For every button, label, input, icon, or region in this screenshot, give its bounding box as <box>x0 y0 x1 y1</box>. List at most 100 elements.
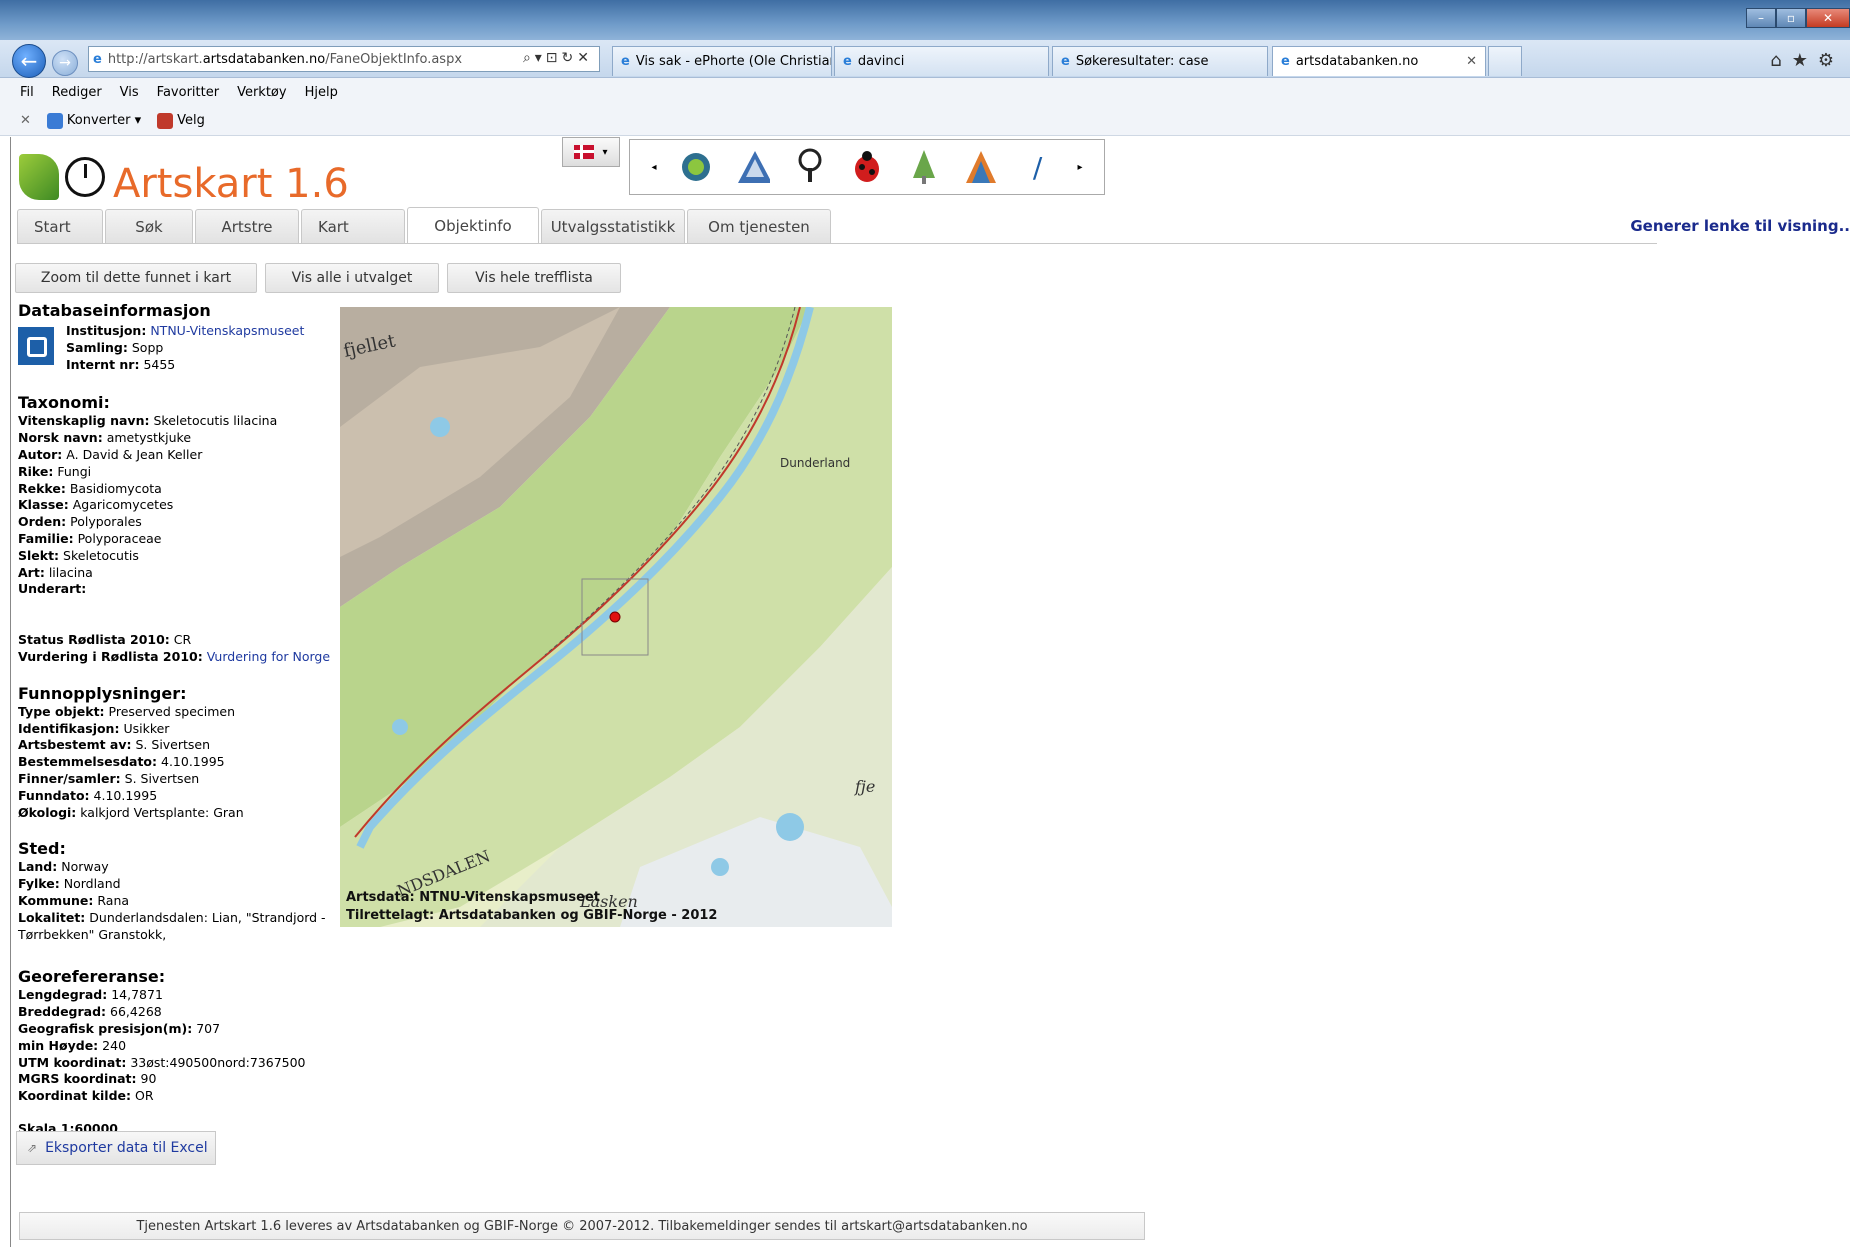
field-value: kalkjord Vertsplante: Gran <box>80 804 244 820</box>
tab-utvalgsstatistikk[interactable]: Utvalgsstatistikk <box>541 209 685 243</box>
tab-close-icon[interactable]: ✕ <box>1466 54 1477 69</box>
address-bar[interactable]: e http://artskart. artsdatabanken.no/Fane… <box>88 46 600 72</box>
generate-link[interactable]: Generer lenke til visning.. <box>1630 217 1850 235</box>
taxonomy-title: Taxonomi: <box>18 393 110 413</box>
field-label: Lengdegrad: <box>18 987 108 1003</box>
danish-flag-icon <box>574 145 595 159</box>
browser-tab-3[interactable]: e Søkeresultater: case <box>1052 46 1268 76</box>
menu-favoritter[interactable]: Favoritter <box>157 85 219 100</box>
location-map[interactable]: fjellet Dunderland Lasken NDSDALEN fje A… <box>340 307 892 927</box>
language-select[interactable]: ▾ <box>562 137 620 167</box>
export-excel-button[interactable]: ⇗ Eksporter data til Excel <box>16 1131 216 1165</box>
external-link-icon: ⇗ <box>27 1141 38 1155</box>
landscape-group-icon[interactable] <box>964 147 998 187</box>
tab-om-tjenesten[interactable]: Om tjenesten <box>687 209 831 243</box>
field-value: Usikker <box>123 720 170 736</box>
tab-label: Vis sak - ePhorte (Ole Christian... <box>635 54 832 69</box>
address-prefix: http://artskart. <box>107 51 203 67</box>
tab-artstre[interactable]: Artstre <box>195 209 299 243</box>
tree-group-icon[interactable] <box>793 147 827 187</box>
browser-tab-4[interactable]: e artsdatabanken.no ✕ <box>1272 46 1486 76</box>
page-footer: Tjenesten Artskart 1.6 leveres av Artsda… <box>19 1212 1145 1240</box>
scroll-left-icon[interactable]: ◂ <box>651 162 656 173</box>
field-value: Fungi <box>57 463 92 479</box>
field-label: Finner/samler: <box>18 770 121 786</box>
toolbar-close-icon[interactable]: ✕ <box>20 113 31 128</box>
field-value: ametystkjuke <box>106 430 192 446</box>
redlist-assessment-link[interactable]: Vurdering for Norge <box>207 649 330 664</box>
fungi-group-icon[interactable] <box>679 147 713 187</box>
menu-fil[interactable]: Fil <box>20 85 34 100</box>
collection-label: Samling: <box>66 339 128 355</box>
command-toolbar: ✕ Konverter ▾ Velg <box>0 106 1850 136</box>
action-buttons: Zoom til dette funnet i kart Vis alle i … <box>15 263 621 293</box>
internal-nr-value: 5455 <box>143 356 176 372</box>
browser-tab-1[interactable]: e Vis sak - ePhorte (Ole Christian... <box>612 46 832 76</box>
ie-icon: e <box>1061 54 1070 69</box>
tab-underline <box>17 243 1657 244</box>
map-label: fje <box>854 777 875 796</box>
redlist-status-value: CR <box>173 632 192 648</box>
mountain-group-icon[interactable] <box>736 147 771 187</box>
field-label: Orden: <box>18 514 67 530</box>
show-full-hitlist-button[interactable]: Vis hele trefflista <box>447 263 621 293</box>
field-value: S. Sivertsen <box>124 770 200 786</box>
close-icon[interactable]: ✕ <box>1806 8 1850 28</box>
menu-verktoy[interactable]: Verktøy <box>237 85 287 100</box>
ladybug-group-icon[interactable] <box>850 147 884 187</box>
browser-home-fav-gear-icons[interactable]: ⌂★⚙ <box>1770 50 1844 71</box>
field-value: Polyporaceae <box>77 530 162 546</box>
browser-tab-2[interactable]: e davinci <box>834 46 1049 76</box>
ie-icon: e <box>843 54 852 69</box>
artskart-logo[interactable]: Artskart 1.6 <box>19 147 349 207</box>
tab-sok[interactable]: Søk <box>105 209 193 243</box>
more-group-icon[interactable]: / <box>1021 147 1055 187</box>
convert-button[interactable]: Konverter ▾ <box>46 112 141 129</box>
field-label: Slekt: <box>18 547 60 563</box>
select-button[interactable]: Velg <box>157 112 205 129</box>
field-label: Land: <box>18 859 58 875</box>
find-info-list: Type objekt: Preserved specimen Identifi… <box>18 704 338 822</box>
field-label: Økologi: <box>18 804 77 820</box>
field-value: 33øst:490500nord:7367500 <box>130 1054 306 1070</box>
field-label: Geografisk presisjon(m): <box>18 1020 193 1036</box>
field-label: Fylke: <box>18 876 60 892</box>
tab-objektinfo[interactable]: Objektinfo <box>407 207 539 243</box>
clock-icon <box>65 157 105 197</box>
select-icon <box>157 112 174 129</box>
new-tab-button[interactable] <box>1488 46 1522 76</box>
field-value: Rana <box>97 892 130 908</box>
field-label: Vitenskaplig navn: <box>18 413 150 429</box>
menu-vis[interactable]: Vis <box>120 85 139 100</box>
zoom-to-find-button[interactable]: Zoom til dette funnet i kart <box>15 263 257 293</box>
taxonomy-list: Vitenskaplig navn: Skeletocutis lilacina… <box>18 413 338 598</box>
institution-link[interactable]: NTNU-Vitenskapsmuseet <box>150 323 304 338</box>
ie-icon: e <box>1281 54 1290 69</box>
field-value: Norway <box>61 859 109 875</box>
logo-text: Artskart 1.6 <box>113 161 349 207</box>
tab-label: artsdatabanken.no <box>1295 54 1419 69</box>
minimize-icon[interactable]: – <box>1746 8 1776 28</box>
menu-hjelp[interactable]: Hjelp <box>305 85 338 100</box>
maximize-icon[interactable]: ▫ <box>1776 8 1806 28</box>
field-value: A. David & Jean Keller <box>66 446 203 462</box>
field-label: Identifikasjon: <box>18 720 120 736</box>
menu-rediger[interactable]: Rediger <box>52 85 102 100</box>
plant-group-icon[interactable] <box>907 147 941 187</box>
forward-button[interactable]: → <box>52 50 78 76</box>
db-info-title: Databaseinformasjon <box>18 301 211 320</box>
tab-kart[interactable]: Kart <box>301 209 405 243</box>
field-label: min Høyde: <box>18 1037 99 1053</box>
tab-label: davinci <box>857 54 905 69</box>
address-host: artsdatabanken.no <box>202 51 326 67</box>
field-label: Familie: <box>18 530 74 546</box>
tab-start[interactable]: Start <box>17 209 103 243</box>
show-all-selection-button[interactable]: Vis alle i utvalget <box>265 263 439 293</box>
address-tools-icon[interactable]: ⌕▾⊡↻✕ <box>523 50 593 66</box>
field-value: Nordland <box>63 876 121 892</box>
scroll-right-icon[interactable]: ▸ <box>1077 162 1082 173</box>
back-button[interactable]: ← <box>12 44 46 78</box>
field-label: Rike: <box>18 463 54 479</box>
convert-label: Konverter <box>66 113 131 128</box>
find-location-marker[interactable] <box>609 611 621 623</box>
